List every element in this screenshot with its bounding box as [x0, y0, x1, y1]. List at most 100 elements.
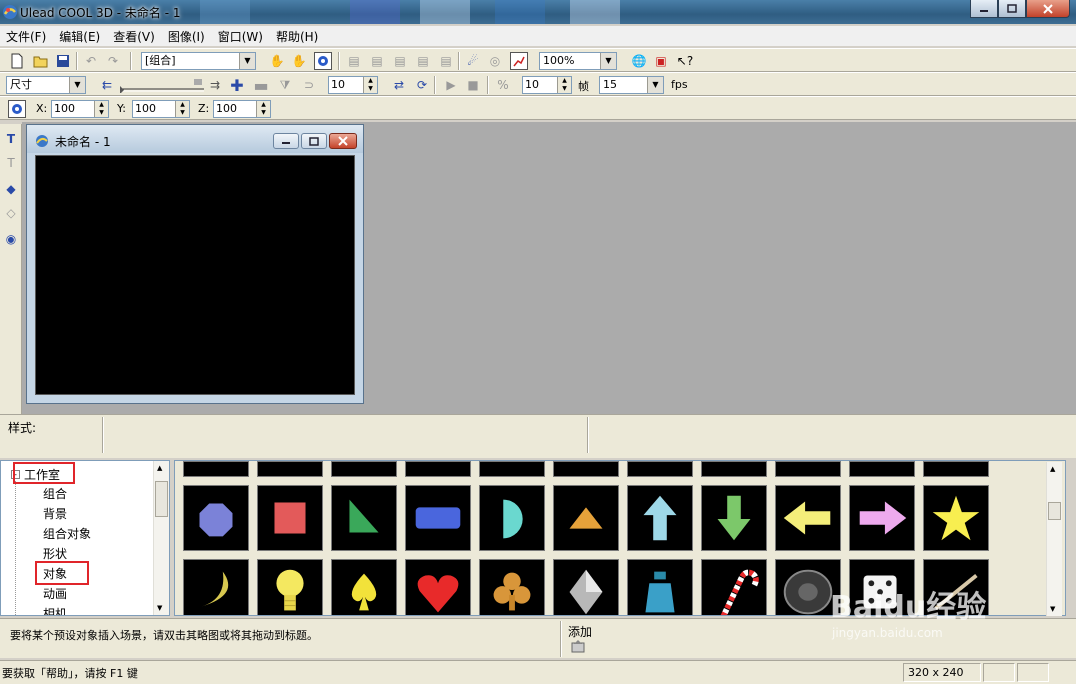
percent-button[interactable]: %: [494, 76, 512, 94]
thumbnail-flat-triangle[interactable]: [553, 485, 619, 551]
z-spinner[interactable]: 100 ▲ ▼: [213, 100, 271, 118]
menu-edit[interactable]: 编辑(E): [59, 28, 100, 45]
close-button[interactable]: [1026, 0, 1070, 18]
thumbnail-partial[interactable]: [479, 461, 545, 477]
remove-keyframe-button[interactable]: ▬: [252, 76, 270, 95]
tree-scrollbar[interactable]: ▲ ▼: [153, 461, 169, 615]
tree-item-camera[interactable]: 相机: [43, 604, 91, 615]
thumbnail-partial[interactable]: [183, 461, 249, 477]
menu-window[interactable]: 窗口(W): [218, 28, 263, 45]
menu-image[interactable]: 图像(I): [168, 28, 205, 45]
tree-item-background[interactable]: 背景: [43, 504, 91, 524]
thumbnail-partial[interactable]: [701, 461, 767, 477]
tree-item-animation[interactable]: 动画: [43, 584, 91, 604]
size-tool-button[interactable]: [314, 52, 332, 70]
thumbnail-diamond[interactable]: [553, 559, 619, 615]
redo-button[interactable]: ↷: [104, 52, 122, 70]
first-keyframe-button[interactable]: ⇇: [98, 76, 116, 94]
thumbnail-rounded-rect[interactable]: [405, 485, 471, 551]
thumbnail-star[interactable]: [923, 485, 989, 551]
thumbnail-left-arrow[interactable]: [775, 485, 841, 551]
thumbnail-scrollbar[interactable]: ▲ ▼: [1046, 462, 1062, 616]
thumbnail-partial[interactable]: [775, 461, 841, 477]
add-keyframe-button[interactable]: ✚: [228, 76, 246, 95]
frames-spinner[interactable]: 10 ▲ ▼: [522, 76, 572, 94]
thumbnail-half-circle[interactable]: [479, 485, 545, 551]
camera-button[interactable]: ◉: [2, 230, 20, 248]
minimize-button[interactable]: [970, 0, 998, 18]
layer-button-3[interactable]: ▤: [391, 52, 409, 70]
timeline-slider[interactable]: [118, 76, 206, 94]
doc-close-button[interactable]: [329, 133, 357, 149]
edit-geometry-button[interactable]: ◇: [2, 204, 20, 222]
thumbnail-partial[interactable]: [923, 461, 989, 477]
reverse-button[interactable]: ⊃: [300, 76, 318, 94]
thumbnail-right-arrow[interactable]: [849, 485, 915, 551]
web-button[interactable]: 🌐: [630, 52, 648, 70]
tree-scroll-thumb[interactable]: [155, 481, 168, 517]
insert-text-button[interactable]: T: [2, 130, 20, 148]
split-button[interactable]: ⧩: [276, 76, 294, 94]
layer-button-2[interactable]: ▤: [368, 52, 386, 70]
layer-button-4[interactable]: ▤: [414, 52, 432, 70]
layer-button-1[interactable]: ▤: [345, 52, 363, 70]
object-select[interactable]: [组合] ▼: [141, 52, 256, 70]
export-button[interactable]: ▣: [652, 52, 670, 70]
thumbnail-partial[interactable]: [553, 461, 619, 477]
last-keyframe-button[interactable]: ⇉: [206, 76, 224, 94]
thumbnail-down-arrow[interactable]: [701, 485, 767, 551]
doc-maximize-button[interactable]: [301, 133, 327, 149]
x-spinner[interactable]: 100 ▲ ▼: [51, 100, 109, 118]
y-spinner[interactable]: 100 ▲ ▼: [132, 100, 190, 118]
graph-button[interactable]: [510, 52, 528, 70]
thumbnail-scroll-thumb[interactable]: [1048, 502, 1061, 520]
menu-file[interactable]: 文件(F): [6, 28, 46, 45]
loop-button[interactable]: ⇄: [390, 76, 408, 94]
thumbnail-partial[interactable]: [627, 461, 693, 477]
thumbnail-light-bulb[interactable]: [257, 559, 323, 615]
thumbnail-tire[interactable]: [775, 559, 841, 615]
menu-view[interactable]: 查看(V): [113, 28, 155, 45]
light-button[interactable]: ☄: [464, 52, 482, 70]
render-canvas[interactable]: [35, 155, 355, 395]
attribute-select[interactable]: 尺寸 ▼: [6, 76, 86, 94]
position-tool-button[interactable]: [8, 100, 26, 118]
tree-item-group[interactable]: 组合: [43, 484, 91, 504]
open-button[interactable]: [32, 52, 50, 70]
tree-item-group-object[interactable]: 组合对象: [43, 524, 91, 544]
play-button[interactable]: ▶: [442, 76, 460, 94]
document-title-bar[interactable]: 未命名 - 1: [27, 125, 363, 153]
rotate-tool-button[interactable]: ✋: [290, 52, 308, 70]
move-tool-button[interactable]: ✋: [268, 52, 286, 70]
thumbnail-square[interactable]: [257, 485, 323, 551]
thumbnail-up-arrow[interactable]: [627, 485, 693, 551]
thumbnail-spade[interactable]: [331, 559, 397, 615]
thumbnail-bottle[interactable]: [627, 559, 693, 615]
thumbnail-stick[interactable]: [923, 559, 989, 615]
new-button[interactable]: [8, 52, 26, 70]
insert-geometry-button[interactable]: ◆: [2, 180, 20, 198]
thumbnail-dice[interactable]: [849, 559, 915, 615]
menu-help[interactable]: 帮助(H): [276, 28, 318, 45]
thumbnail-partial[interactable]: [849, 461, 915, 477]
thumbnail-heart[interactable]: [405, 559, 471, 615]
thumbnail-club[interactable]: [479, 559, 545, 615]
zoom-select[interactable]: 100% ▼: [539, 52, 617, 70]
save-button[interactable]: [54, 52, 72, 70]
thumbnail-triangle[interactable]: [331, 485, 397, 551]
thumbnail-partial[interactable]: [331, 461, 397, 477]
frame-spinner[interactable]: 10 ▲ ▼: [328, 76, 378, 94]
add-to-scene-icon[interactable]: [570, 639, 586, 653]
thumbnail-crescent-moon[interactable]: [183, 559, 249, 615]
doc-minimize-button[interactable]: [273, 133, 299, 149]
thumbnail-candy-cane[interactable]: [701, 559, 767, 615]
help-pointer-button[interactable]: ↖?: [676, 52, 694, 70]
refresh-button[interactable]: ⟳: [413, 76, 431, 94]
undo-button[interactable]: ↶: [82, 52, 100, 70]
thumbnail-partial[interactable]: [257, 461, 323, 477]
fps-select[interactable]: 15 ▼: [599, 76, 664, 94]
stop-button[interactable]: ■: [464, 76, 482, 94]
thumbnail-octagon[interactable]: [183, 485, 249, 551]
globe-button[interactable]: ◎: [486, 52, 504, 70]
layer-button-5[interactable]: ▤: [437, 52, 455, 70]
